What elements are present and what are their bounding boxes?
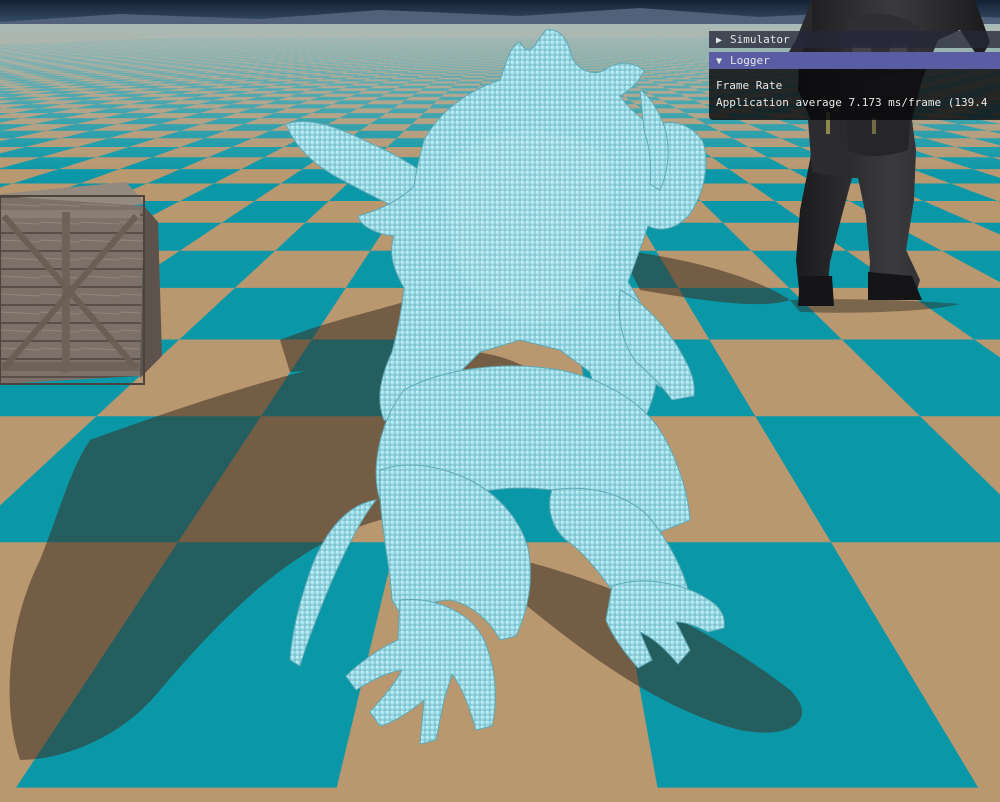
3d-viewport[interactable] [0,0,1000,802]
